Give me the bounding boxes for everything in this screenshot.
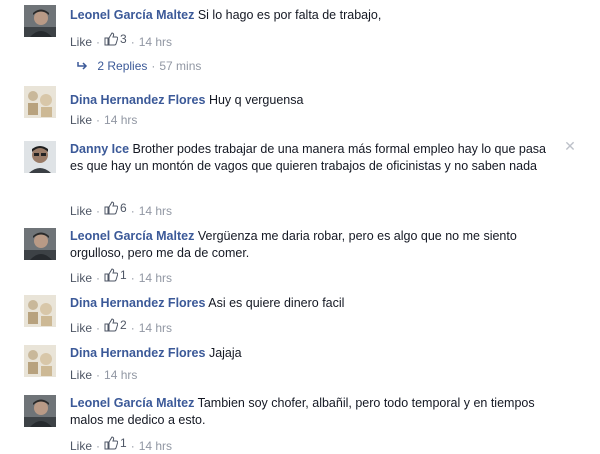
like-button[interactable]: Like — [70, 439, 92, 453]
comment-body: Dina Hernandez Flores Asi es quiere dine… — [70, 295, 560, 312]
comment-text: Si lo hago es por falta de trabajo, — [197, 8, 382, 22]
close-icon[interactable]: ✕ — [563, 139, 577, 153]
like-button[interactable]: Like — [70, 204, 92, 218]
thumbs-up-icon — [104, 268, 119, 282]
replies-link[interactable]: 2 Replies — [97, 59, 147, 73]
comment-actions: Like · 14 hrs — [70, 113, 138, 127]
thumbs-up-icon — [104, 32, 119, 46]
comment-body: Leonel García Maltez Vergüenza me daria … — [70, 228, 560, 262]
thumbs-up-icon — [104, 436, 119, 450]
replies-time[interactable]: 57 mins — [159, 59, 201, 73]
like-count[interactable]: 2 — [104, 317, 127, 333]
comment-time[interactable]: 14 hrs — [139, 204, 172, 218]
comment-time[interactable]: 14 hrs — [104, 113, 137, 127]
like-count[interactable]: 3 — [104, 31, 127, 47]
comment-actions: Like · 14 hrs — [70, 368, 138, 382]
comment-actions: Like · 3 · 14 hrs — [70, 31, 173, 49]
reply-arrow-icon — [77, 62, 88, 70]
like-count[interactable]: 1 — [104, 267, 127, 283]
like-count[interactable]: 1 — [104, 435, 127, 451]
like-button[interactable]: Like — [70, 271, 92, 285]
comment-author[interactable]: Leonel García Maltez — [70, 8, 194, 22]
comment-text: Jajaja — [208, 346, 242, 360]
comment-author[interactable]: Leonel García Maltez — [70, 229, 194, 243]
comment-actions: Like · 6 · 14 hrs — [70, 200, 173, 218]
comment-author[interactable]: Dina Hernandez Flores — [70, 296, 205, 310]
comment-actions: Like · 1 · 14 hrs — [70, 267, 173, 285]
comment-body: Leonel García Maltez Tambien soy chofer,… — [70, 395, 560, 429]
like-button[interactable]: Like — [70, 113, 92, 127]
like-button[interactable]: Like — [70, 368, 92, 382]
comment-text: Huy q verguensa — [208, 93, 304, 107]
comment-actions: Like · 2 · 14 hrs — [70, 317, 173, 335]
like-button[interactable]: Like — [70, 35, 92, 49]
comment-body: Dina Hernandez Flores Huy q verguensa — [70, 92, 560, 109]
like-button[interactable]: Like — [70, 321, 92, 335]
view-replies[interactable]: 2 Replies · 57 mins — [76, 58, 201, 74]
avatar[interactable] — [24, 5, 56, 37]
comment-author[interactable]: Dina Hernandez Flores — [70, 93, 205, 107]
comment-text: Brother podes trabajar de una manera más… — [70, 142, 546, 173]
comment-actions: Like · 1 · 14 hrs — [70, 435, 173, 453]
avatar[interactable] — [24, 295, 56, 327]
comment-body: Dina Hernandez Flores Jajaja — [70, 345, 560, 362]
comment-time[interactable]: 14 hrs — [139, 35, 172, 49]
comment-time[interactable]: 14 hrs — [104, 368, 137, 382]
avatar[interactable] — [24, 86, 56, 118]
avatar[interactable] — [24, 141, 56, 173]
comment-time[interactable]: 14 hrs — [139, 321, 172, 335]
comment-body: Danny Ice Brother podes trabajar de una … — [70, 141, 560, 175]
avatar[interactable] — [24, 228, 56, 260]
comment-time[interactable]: 14 hrs — [139, 439, 172, 453]
comment-author[interactable]: Dina Hernandez Flores — [70, 346, 205, 360]
like-count[interactable]: 6 — [104, 200, 127, 216]
thumbs-up-icon — [104, 201, 119, 215]
comment-author[interactable]: Danny Ice — [70, 142, 129, 156]
avatar[interactable] — [24, 395, 56, 427]
comment-text: Asi es quiere dinero facil — [208, 296, 345, 310]
comment-body: Leonel García Maltez Si lo hago es por f… — [70, 7, 560, 24]
avatar[interactable] — [24, 345, 56, 377]
comment-author[interactable]: Leonel García Maltez — [70, 396, 194, 410]
comment-time[interactable]: 14 hrs — [139, 271, 172, 285]
thumbs-up-icon — [104, 318, 119, 332]
